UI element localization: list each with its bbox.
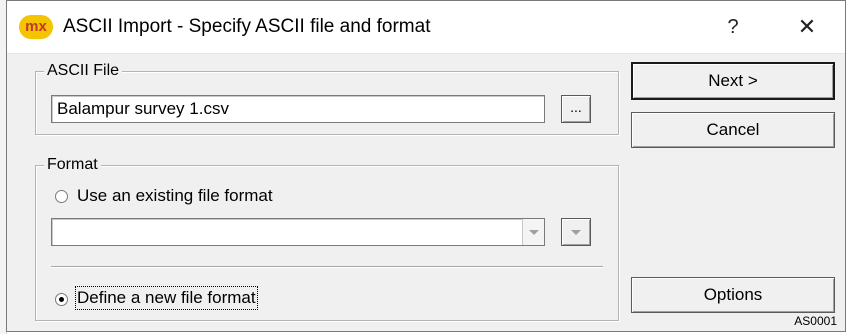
format-group-label: Format (44, 156, 101, 174)
define-format-label[interactable]: Define a new file format (75, 286, 258, 310)
next-button[interactable]: Next > (631, 62, 835, 100)
define-format-radio-circle[interactable] (55, 293, 68, 306)
cancel-button[interactable]: Cancel (631, 112, 835, 148)
help-button[interactable]: ? (715, 11, 751, 43)
close-button[interactable]: ✕ (787, 11, 827, 43)
ascii-import-dialog: mx ASCII Import - Specify ASCII file and… (6, 0, 846, 332)
app-logo-icon: mx (19, 15, 53, 39)
format-separator (51, 266, 603, 268)
title-bar[interactable]: mx ASCII Import - Specify ASCII file and… (7, 1, 845, 54)
existing-format-combo[interactable] (51, 218, 545, 246)
ascii-file-group-label: ASCII File (44, 62, 123, 80)
dialog-title: ASCII Import - Specify ASCII file and fo… (63, 16, 431, 37)
dialog-code-label: AS0001 (794, 314, 837, 328)
close-icon: ✕ (797, 14, 817, 39)
ascii-file-input[interactable]: Balampur survey 1.csv (51, 95, 545, 123)
existing-format-radio-circle[interactable] (55, 190, 68, 203)
options-button[interactable]: Options (631, 277, 835, 313)
format-dropdown-button[interactable] (561, 218, 591, 246)
browse-button[interactable]: ... (561, 95, 591, 123)
combo-dropdown-arrow[interactable] (522, 219, 544, 245)
existing-format-label[interactable]: Use an existing file format (77, 186, 273, 206)
